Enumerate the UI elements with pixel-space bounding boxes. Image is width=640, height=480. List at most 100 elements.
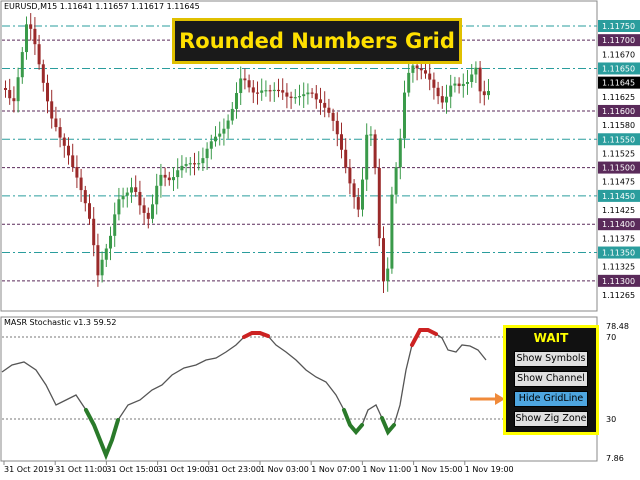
candle-body [4,88,7,90]
candle-body [487,91,490,96]
candle-body [222,128,226,134]
candle-body [293,97,297,99]
price-label: 1.11350 [602,249,635,258]
candle-body [365,134,369,180]
candle-body [201,158,205,164]
candle-body [386,268,390,282]
candle-body [419,68,423,71]
candle-body [335,120,339,135]
price-label: 1.11475 [602,178,635,187]
candle-body [470,74,474,82]
candle-body [163,174,167,178]
time-label: 31 Oct 2019 [4,465,53,474]
time-label: 1 Nov 07:00 [311,465,360,474]
show-symbols-button[interactable]: Show Symbols [514,351,588,367]
price-label: 1.11325 [602,263,635,272]
candle-body [46,82,49,102]
candle-body [104,248,108,260]
candle-body [180,165,184,171]
time-label: 1 Nov 03:00 [260,465,309,474]
candle-body [113,214,117,236]
candle-body [71,155,75,167]
candle-body [16,77,20,102]
candle-body [247,80,251,88]
candle-body [67,145,70,156]
candle-body [298,96,301,98]
candle-body [256,92,259,94]
price-label: 1.11425 [602,206,635,215]
candle-body [415,65,419,69]
hide-gridline-button[interactable]: Hide GridLine [514,391,588,407]
candle-body [88,203,91,219]
chart-title: EURUSD,M15 1.11641 1.11657 1.11617 1.116… [4,2,200,11]
time-label: 31 Oct 23:00 [209,465,261,474]
price-label: 1.11550 [602,135,635,144]
candle-body [474,67,478,75]
candle-body [226,120,230,129]
candle-body [314,93,318,100]
show-zigzone-button[interactable]: Show Zig Zone [514,411,588,427]
candle-body [302,94,306,97]
candle-body [209,141,213,149]
candle-body [134,187,138,192]
candle-body [142,205,146,213]
price-label: 1.11375 [602,234,635,243]
indicator-title: MASR Stochastic v1.3 59.52 [4,318,116,327]
candle-body [109,235,112,249]
candle-body [424,70,427,74]
price-label: 1.11580 [602,121,635,130]
candle-body [239,78,243,94]
candle-body [327,107,331,113]
time-label: 1 Nov 15:00 [414,465,463,474]
candle-body [12,98,16,102]
candle-body [235,93,238,109]
show-channel-button[interactable]: Show Channel [514,371,588,387]
stoch-path [1,329,487,457]
candle-body [29,24,33,29]
price-label: 1.11700 [602,36,635,45]
candle-body [205,148,209,159]
candle-body [403,92,406,139]
price-label: 1.11265 [602,291,635,300]
candle-body [369,134,373,136]
candle-body [193,163,196,165]
candle-body [272,89,276,92]
price-label: 1.11650 [602,64,635,73]
candle-body [411,65,415,73]
candle-body [449,85,453,97]
indicator-level-label: 78.48 [606,322,629,331]
candle-body [382,238,385,282]
candle-body [277,89,280,92]
candle-body [50,101,54,119]
price-label: 1.11625 [602,93,635,102]
candle-body [428,73,432,80]
stoch-zone-segment [342,408,364,436]
candle-body [281,90,285,93]
candle-body [436,87,440,97]
candle-body [130,187,133,193]
candle-body [394,167,398,195]
price-label: 1.11750 [602,22,635,31]
candle-body [361,179,364,210]
time-label: 31 Oct 19:00 [158,465,210,474]
indicator-level-label: 30 [606,415,616,424]
candle-body [214,136,217,142]
banner-title: Rounded Numbers Grid [172,18,462,64]
candle-body [407,72,411,93]
price-axis: 1.11750 1.11700 1.11670 1.11650 1.11645 1.116… [598,20,640,300]
candle-body [243,78,247,81]
candle-body [184,164,188,166]
candle-body [373,134,377,168]
candle-body [138,191,142,206]
candle-body [8,89,12,99]
candle-body [41,64,45,83]
candle-body [20,52,24,78]
candle-body [398,138,402,168]
candle-body [75,166,79,178]
price-label: 1.11300 [602,277,635,286]
candle-body [117,199,121,215]
candle-body [176,170,180,178]
indicator-level-label: 70 [606,333,616,342]
candle-body [356,197,360,210]
candle-body [92,218,96,246]
